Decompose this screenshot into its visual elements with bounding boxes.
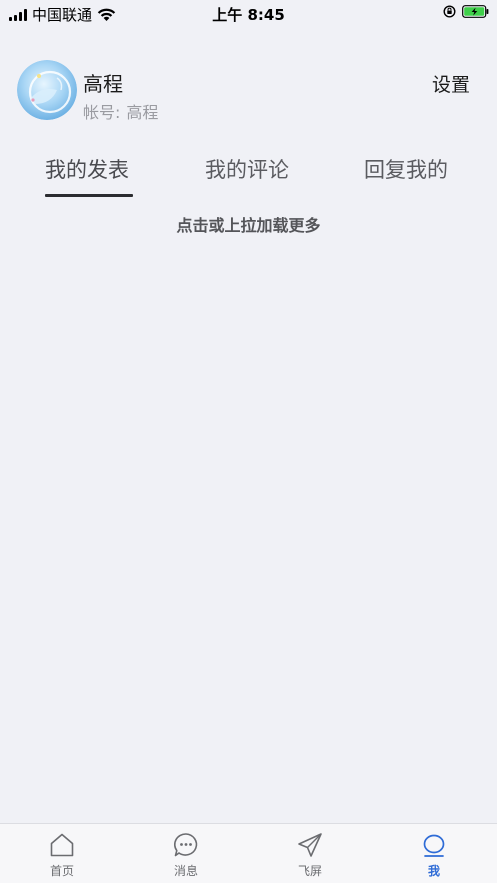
tabbar-label-me: 我: [427, 864, 440, 878]
tab-my-comments[interactable]: 我的评论: [205, 154, 289, 184]
account-value: 高程: [126, 103, 159, 122]
tab-replies-to-me[interactable]: 回复我的: [364, 154, 448, 184]
username: 高程: [83, 72, 123, 96]
send-icon: [298, 833, 322, 857]
profile-header: 高程 帐号: 高程 设置: [17, 60, 480, 122]
account-label: 帐号:: [83, 103, 121, 122]
status-right: [443, 5, 489, 18]
load-more-button[interactable]: 点击或上拉加载更多: [0, 212, 497, 236]
tab-my-posts[interactable]: 我的发表: [45, 154, 129, 184]
tabbar-item-home[interactable]: 首页: [22, 832, 102, 879]
avatar[interactable]: [17, 60, 77, 120]
tabbar-item-flyscreen[interactable]: 飞屏: [270, 832, 350, 879]
message-icon: [174, 833, 198, 857]
tabbar-item-messages[interactable]: 消息: [146, 832, 226, 879]
home-icon: [50, 833, 74, 857]
bottom-tab-bar: 首页 消息 飞屏 我: [0, 823, 497, 883]
settings-button[interactable]: 设置: [432, 70, 470, 97]
active-tab-indicator: [45, 194, 133, 197]
account-line: 帐号: 高程: [83, 99, 164, 123]
tabbar-label-home: 首页: [49, 864, 74, 878]
content-tabs: 我的发表 我的评论 回复我的: [0, 154, 497, 198]
tabbar-label-messages: 消息: [173, 864, 198, 878]
battery-icon: [462, 5, 489, 18]
profile-page: 中国联通 上午 8:45 高程 帐号: 高程 设置 我的发表 我的评论 回复我的…: [0, 0, 497, 883]
status-time: 上午 8:45: [212, 6, 285, 24]
tabbar-label-flyscreen: 飞屏: [297, 864, 322, 878]
profile-icon: [423, 834, 445, 857]
status-bar: 中国联通 上午 8:45: [0, 0, 497, 26]
rotation-lock-icon: [443, 5, 456, 18]
tabbar-item-me[interactable]: 我: [394, 832, 474, 879]
